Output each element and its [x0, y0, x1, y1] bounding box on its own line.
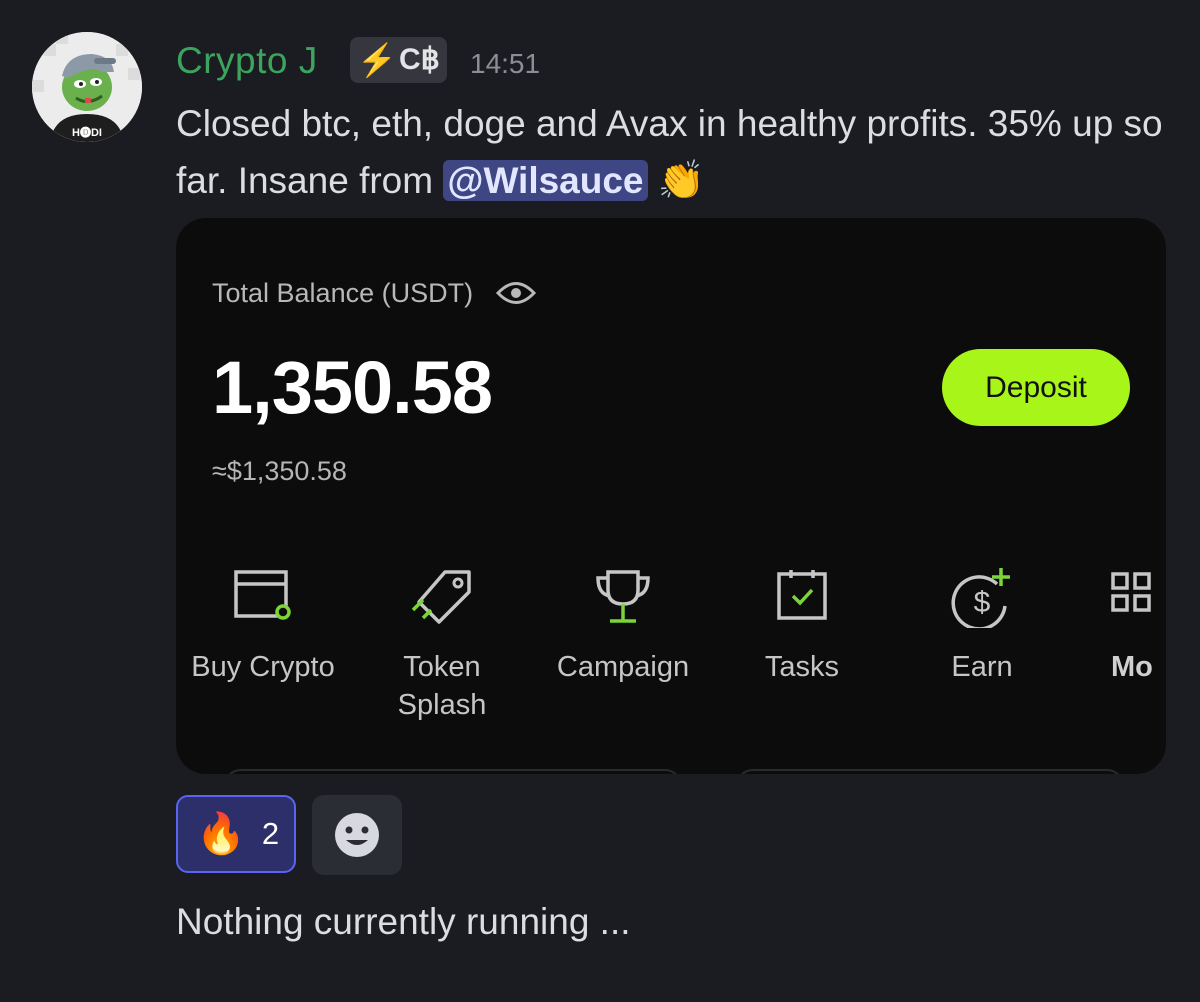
deposit-button[interactable]: Deposit: [942, 349, 1130, 426]
trophy-icon: [538, 566, 708, 636]
user-tag-badge[interactable]: ⚡ C฿: [350, 37, 447, 83]
wallet-card-icon: [178, 566, 348, 636]
shortcut-label: Mo: [1111, 651, 1153, 683]
earn-dollar-icon: $: [897, 566, 1067, 636]
fire-emoji: 🔥: [196, 812, 246, 856]
message-content: Closed btc, eth, doge and Avax in health…: [176, 95, 1186, 210]
lightning-icon: ⚡: [357, 42, 398, 78]
reaction-fire[interactable]: 🔥 2: [176, 795, 296, 873]
balance-label: Total Balance (USDT): [212, 278, 474, 308]
balance-value: 1,350.58: [212, 346, 493, 429]
balance-usd-equivalent: ≈$1,350.58: [212, 456, 347, 486]
shortcut-tasks[interactable]: Tasks: [717, 566, 887, 686]
shortcut-buy-crypto[interactable]: Buy Crypto: [178, 566, 348, 686]
tag-text: C฿: [399, 43, 440, 76]
user-mention[interactable]: @Wilsauce: [443, 160, 648, 201]
shortcut-label: Token Splash: [397, 651, 487, 721]
shortcut-label: Tasks: [764, 651, 840, 683]
more-grid-icon: [1111, 566, 1166, 636]
message-timestamp: 14:51: [470, 48, 541, 79]
shortcut-more[interactable]: Mo: [1111, 566, 1166, 686]
task-checklist-icon: [717, 566, 887, 636]
svg-text:$: $: [974, 586, 991, 619]
shortcut-token-splash[interactable]: Token Splash: [358, 566, 526, 724]
reaction-count: 2: [261, 816, 280, 851]
shortcut-label: Earn: [951, 651, 1013, 683]
author-name[interactable]: Crypto J: [176, 38, 318, 84]
tag-icon: [358, 566, 526, 636]
shortcut-campaign[interactable]: Campaign: [538, 566, 708, 686]
smiley-icon: [335, 813, 379, 857]
shortcut-label: Campaign: [556, 651, 690, 683]
shortcut-label: Buy Crypto: [191, 651, 335, 683]
card-bottom-pill: [224, 769, 682, 774]
eye-icon: [495, 276, 537, 315]
user-avatar[interactable]: H🅓DI: [32, 32, 142, 142]
card-bottom-pill: [736, 769, 1124, 774]
clapping-hands-emoji: 👏: [657, 160, 706, 202]
add-reaction-button[interactable]: [312, 795, 402, 875]
activity-status-text: Nothing currently running ...: [176, 901, 631, 942]
attached-image[interactable]: Total Balance (USDT) 1,350.58 ≈$1,350.58…: [176, 218, 1166, 774]
shortcut-earn[interactable]: $ Earn: [897, 566, 1067, 686]
avatar-badge-text: H🅓DI: [72, 125, 102, 139]
